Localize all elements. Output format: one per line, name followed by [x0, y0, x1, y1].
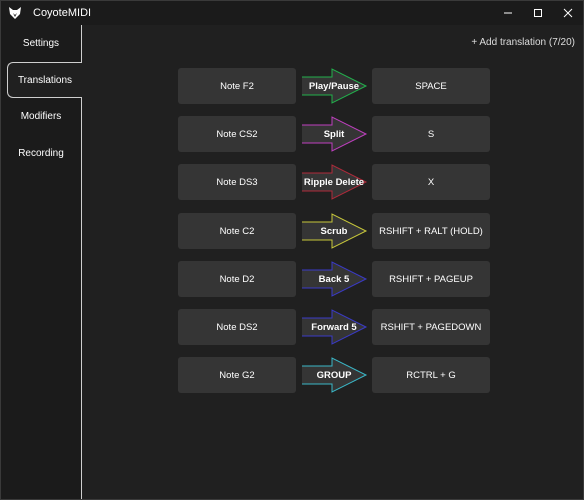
- translation-row: Note DS2 Forward 5 RSHIFT + PAGEDOWN: [178, 309, 491, 345]
- sidebar: Settings Translations Modifiers Recordin…: [1, 25, 82, 499]
- midi-input-button[interactable]: Note DS3: [178, 164, 296, 200]
- maximize-icon: [534, 9, 542, 17]
- minimize-button[interactable]: [493, 1, 523, 25]
- action-arrow[interactable]: Scrub: [302, 213, 368, 249]
- window-title: CoyoteMIDI: [33, 7, 92, 19]
- midi-input-button[interactable]: Note DS2: [178, 309, 296, 345]
- key-output-button[interactable]: RSHIFT + PAGEDOWN: [372, 309, 490, 345]
- key-output-button[interactable]: X: [372, 164, 490, 200]
- action-label: Forward 5: [311, 321, 357, 333]
- action-label: GROUP: [316, 369, 352, 381]
- action-label: Play/Pause: [308, 80, 360, 92]
- translation-row: Note D2 Back 5 RSHIFT + PAGEUP: [178, 261, 491, 297]
- title-bar[interactable]: CoyoteMIDI: [1, 1, 583, 25]
- sidebar-item-modifiers[interactable]: Modifiers: [1, 98, 81, 134]
- action-label: Ripple Delete: [303, 176, 365, 188]
- midi-input-button[interactable]: Note G2: [178, 357, 296, 393]
- translations-panel: + Add translation (7/20) Note F2 Play/Pau…: [82, 25, 583, 499]
- action-arrow[interactable]: Ripple Delete: [302, 164, 368, 200]
- action-arrow[interactable]: Play/Pause: [302, 68, 368, 104]
- action-label: Split: [323, 128, 345, 140]
- app-window: CoyoteMIDI Settings Translations Modifie…: [0, 0, 584, 500]
- midi-input-button[interactable]: Note CS2: [178, 116, 296, 152]
- midi-input-button[interactable]: Note D2: [178, 261, 296, 297]
- action-label: Back 5: [318, 273, 350, 285]
- midi-input-button[interactable]: Note F2: [178, 68, 296, 104]
- sidebar-item-translations[interactable]: Translations: [7, 62, 82, 98]
- translation-count: (7/20): [548, 37, 575, 48]
- window-controls: [493, 1, 583, 25]
- key-output-button[interactable]: RCTRL + G: [372, 357, 490, 393]
- key-output-button[interactable]: RSHIFT + RALT (HOLD): [372, 213, 490, 249]
- coyote-logo-icon: [9, 7, 21, 19]
- key-output-button[interactable]: S: [372, 116, 490, 152]
- translation-row: Note F2 Play/Pause SPACE: [178, 68, 491, 104]
- translation-row: Note CS2 Split S: [178, 116, 491, 152]
- key-output-button[interactable]: RSHIFT + PAGEUP: [372, 261, 490, 297]
- maximize-button[interactable]: [523, 1, 553, 25]
- sidebar-item-recording[interactable]: Recording: [1, 135, 81, 171]
- close-icon: [563, 8, 573, 18]
- translation-row: Note C2 Scrub RSHIFT + RALT (HOLD): [178, 213, 491, 249]
- add-translation-button[interactable]: + Add translation (7/20): [471, 37, 575, 48]
- close-button[interactable]: [553, 1, 583, 25]
- action-arrow[interactable]: Back 5: [302, 261, 368, 297]
- sidebar-item-settings[interactable]: Settings: [1, 25, 81, 61]
- action-label: Scrub: [320, 225, 348, 237]
- add-translation-label: + Add translation: [471, 37, 547, 48]
- translation-row: Note DS3 Ripple Delete X: [178, 164, 491, 200]
- action-arrow[interactable]: GROUP: [302, 357, 368, 393]
- action-arrow[interactable]: Split: [302, 116, 368, 152]
- minimize-icon: [504, 12, 512, 14]
- midi-input-button[interactable]: Note C2: [178, 213, 296, 249]
- translation-row: Note G2 GROUP RCTRL + G: [178, 357, 491, 393]
- key-output-button[interactable]: SPACE: [372, 68, 490, 104]
- action-arrow[interactable]: Forward 5: [302, 309, 368, 345]
